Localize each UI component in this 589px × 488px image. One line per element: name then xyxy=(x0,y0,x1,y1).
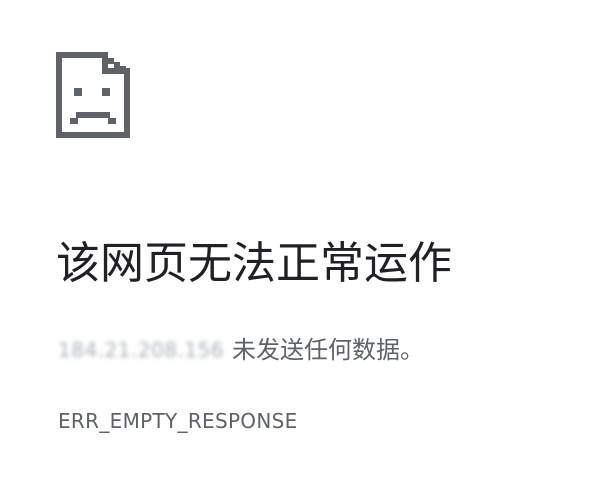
page-title: 该网页无法正常运作 xyxy=(56,238,452,289)
error-code: ERR_EMPTY_RESPONSE xyxy=(58,409,298,433)
error-message: 184.21.208.156 未发送任何数据。 xyxy=(58,330,424,370)
sad-page-icon xyxy=(56,52,130,138)
host-address: 184.21.208.156 xyxy=(58,338,225,362)
error-message-text: 未发送任何数据。 xyxy=(232,336,425,364)
error-page: 该网页无法正常运作 184.21.208.156 未发送任何数据。 ERR_EM… xyxy=(0,0,589,488)
